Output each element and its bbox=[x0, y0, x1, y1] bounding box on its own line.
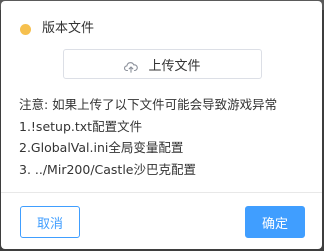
confirm-button[interactable]: 确定 bbox=[245, 206, 305, 238]
version-file-dialog: 版本文件 上传文件 注意: 如果上传了以下文件可能会导致游戏异常 1.!setu… bbox=[1, 1, 322, 249]
notice-item: 1.!setup.txt配置文件 bbox=[19, 118, 143, 134]
notice-text: 注意: 如果上传了以下文件可能会导致游戏异常 1.!setup.txt配置文件 … bbox=[19, 94, 319, 180]
notice-item: 2.GlobalVal.ini全局变量配置 bbox=[19, 140, 184, 155]
cloud-upload-icon bbox=[124, 58, 139, 73]
notice-item: 3. ../Mir200/Castle沙巴克配置 bbox=[19, 161, 196, 177]
upload-file-button[interactable]: 上传文件 bbox=[63, 49, 262, 79]
footer-divider bbox=[1, 192, 322, 193]
upload-file-label: 上传文件 bbox=[148, 58, 201, 74]
status-dot-icon bbox=[20, 23, 31, 35]
dialog-header: 版本文件 bbox=[20, 19, 94, 39]
notice-heading: 注意: 如果上传了以下文件可能会导致游戏异常 bbox=[19, 97, 278, 112]
dialog-title: 版本文件 bbox=[42, 21, 95, 36]
cancel-button[interactable]: 取消 bbox=[20, 206, 80, 238]
